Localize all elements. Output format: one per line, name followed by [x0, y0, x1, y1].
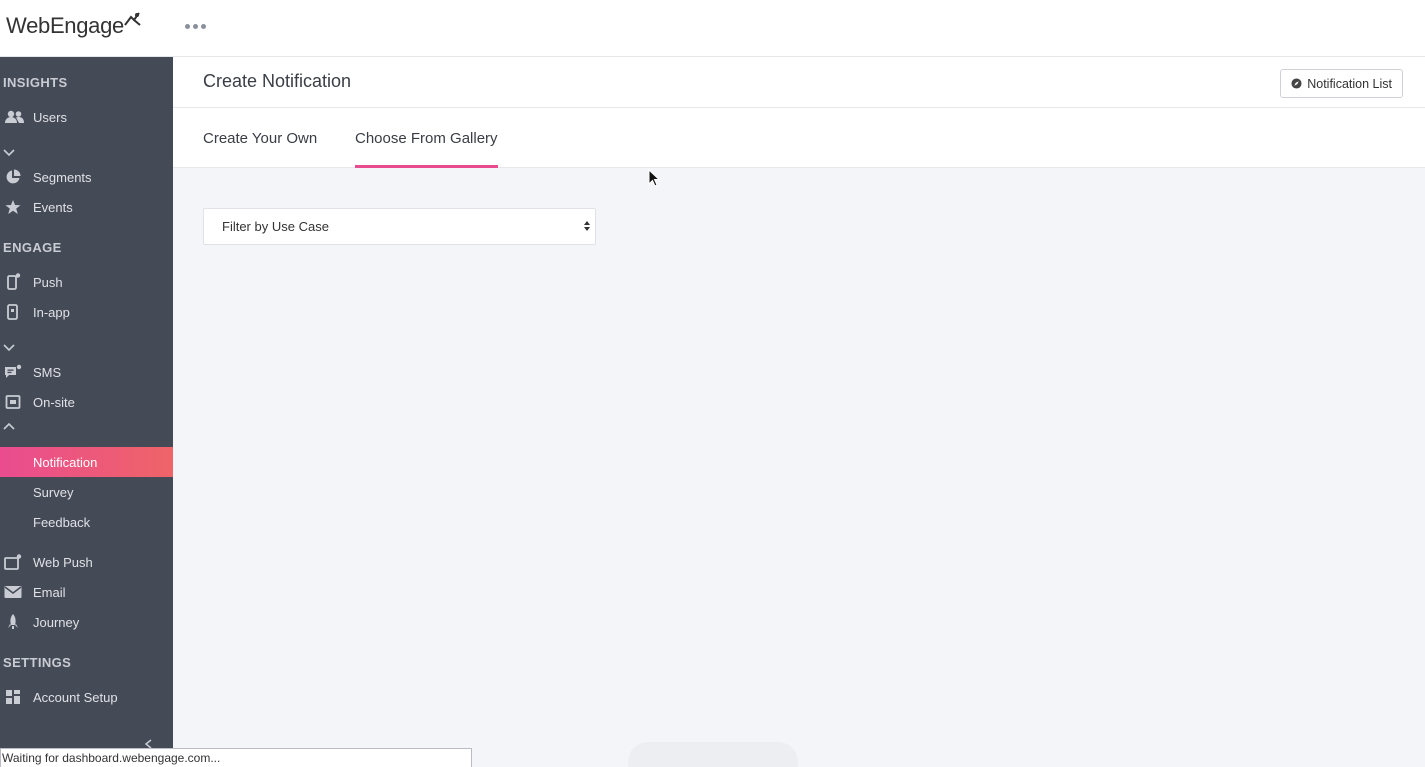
sidebar-item-webpush[interactable]: Web Push	[0, 547, 173, 577]
notification-list-button[interactable]: Notification List	[1280, 69, 1403, 98]
tab-create-your-own[interactable]: Create Your Own	[203, 108, 317, 168]
sidebar-item-users[interactable]: Users	[0, 102, 173, 132]
sidebar-item-label: In-app	[33, 304, 70, 320]
more-dots-icon[interactable]	[183, 14, 207, 38]
compass-icon	[1291, 78, 1302, 89]
sidebar-item-survey[interactable]: Survey	[0, 477, 173, 507]
mouse-cursor-icon	[648, 169, 661, 187]
sidebar-item-sms[interactable]: SMS	[0, 357, 173, 387]
logo-bird-icon	[124, 12, 141, 26]
mobile-icon	[4, 273, 22, 291]
sidebar-item-label: Feedback	[33, 514, 91, 530]
sidebar-item-label: On-site	[33, 394, 75, 410]
sidebar-item-events[interactable]: Events	[0, 192, 173, 222]
page-title: Create Notification	[203, 71, 352, 91]
sidebar-item-email[interactable]: Email	[0, 577, 173, 607]
top-bar: WebEngage	[0, 0, 1425, 57]
sidebar-item-label: Push	[33, 274, 63, 290]
loading-indicator	[628, 742, 798, 767]
sidebar-item-label: Events	[33, 199, 73, 215]
sidebar-item-account-setup[interactable]: Account Setup	[0, 682, 173, 712]
sidebar-item-label: Users	[33, 109, 67, 125]
sidebar-section-settings: SETTINGS	[3, 655, 72, 670]
rocket-icon	[4, 613, 22, 631]
sidebar-section-insights: INSIGHTS	[3, 75, 68, 90]
sidebar-item-journey[interactable]: Journey	[0, 607, 173, 637]
sidebar: INSIGHTS Users Segments Events ENGAGE Pu…	[0, 57, 173, 767]
notification-list-label: Notification List	[1307, 76, 1392, 91]
page-header: Create Notification Notification List	[173, 57, 1425, 108]
sidebar-item-notification[interactable]: Notification	[0, 447, 173, 477]
mobile-square-icon	[4, 303, 22, 321]
pie-chart-icon	[4, 168, 22, 186]
envelope-icon	[4, 583, 22, 601]
chevron-down-icon[interactable]	[3, 342, 15, 352]
sidebar-item-feedback[interactable]: Feedback	[0, 507, 173, 537]
sidebar-item-label: Account Setup	[33, 689, 118, 705]
sidebar-item-segments[interactable]: Segments	[0, 162, 173, 192]
sidebar-item-label: Web Push	[33, 554, 93, 570]
select-arrows-icon	[584, 221, 590, 231]
main-content: Create Notification Notification List Cr…	[173, 57, 1425, 767]
filter-by-use-case-select[interactable]: Filter by Use Case	[203, 208, 596, 245]
chat-icon	[4, 363, 22, 381]
sidebar-item-onsite[interactable]: On-site	[0, 387, 173, 417]
sidebar-item-label: SMS	[33, 364, 62, 380]
browser-icon	[4, 553, 22, 571]
webengage-logo[interactable]: WebEngage	[6, 10, 142, 42]
tab-bar: Create Your Own Choose From Gallery	[173, 108, 1425, 168]
sidebar-item-push[interactable]: Push	[0, 267, 173, 297]
window-icon	[4, 393, 22, 411]
logo-text: WebEngage	[6, 13, 124, 38]
sidebar-item-label: Survey	[33, 484, 74, 500]
sidebar-item-label: Email	[33, 584, 66, 600]
sidebar-item-label: Segments	[33, 169, 92, 185]
sidebar-item-label: Notification	[33, 454, 98, 470]
sidebar-section-engage: ENGAGE	[3, 240, 62, 255]
grid-icon	[4, 688, 22, 706]
users-icon	[3, 108, 25, 126]
star-icon	[4, 198, 22, 216]
chevron-down-icon[interactable]	[3, 147, 15, 157]
chevron-up-icon[interactable]	[3, 421, 15, 431]
tab-choose-from-gallery[interactable]: Choose From Gallery	[355, 108, 498, 168]
filter-selected-value: Filter by Use Case	[222, 219, 329, 234]
browser-status-bar: Waiting for dashboard.webengage.com...	[0, 748, 472, 767]
sidebar-item-label: Journey	[33, 614, 80, 630]
sidebar-item-inapp[interactable]: In-app	[0, 297, 173, 327]
